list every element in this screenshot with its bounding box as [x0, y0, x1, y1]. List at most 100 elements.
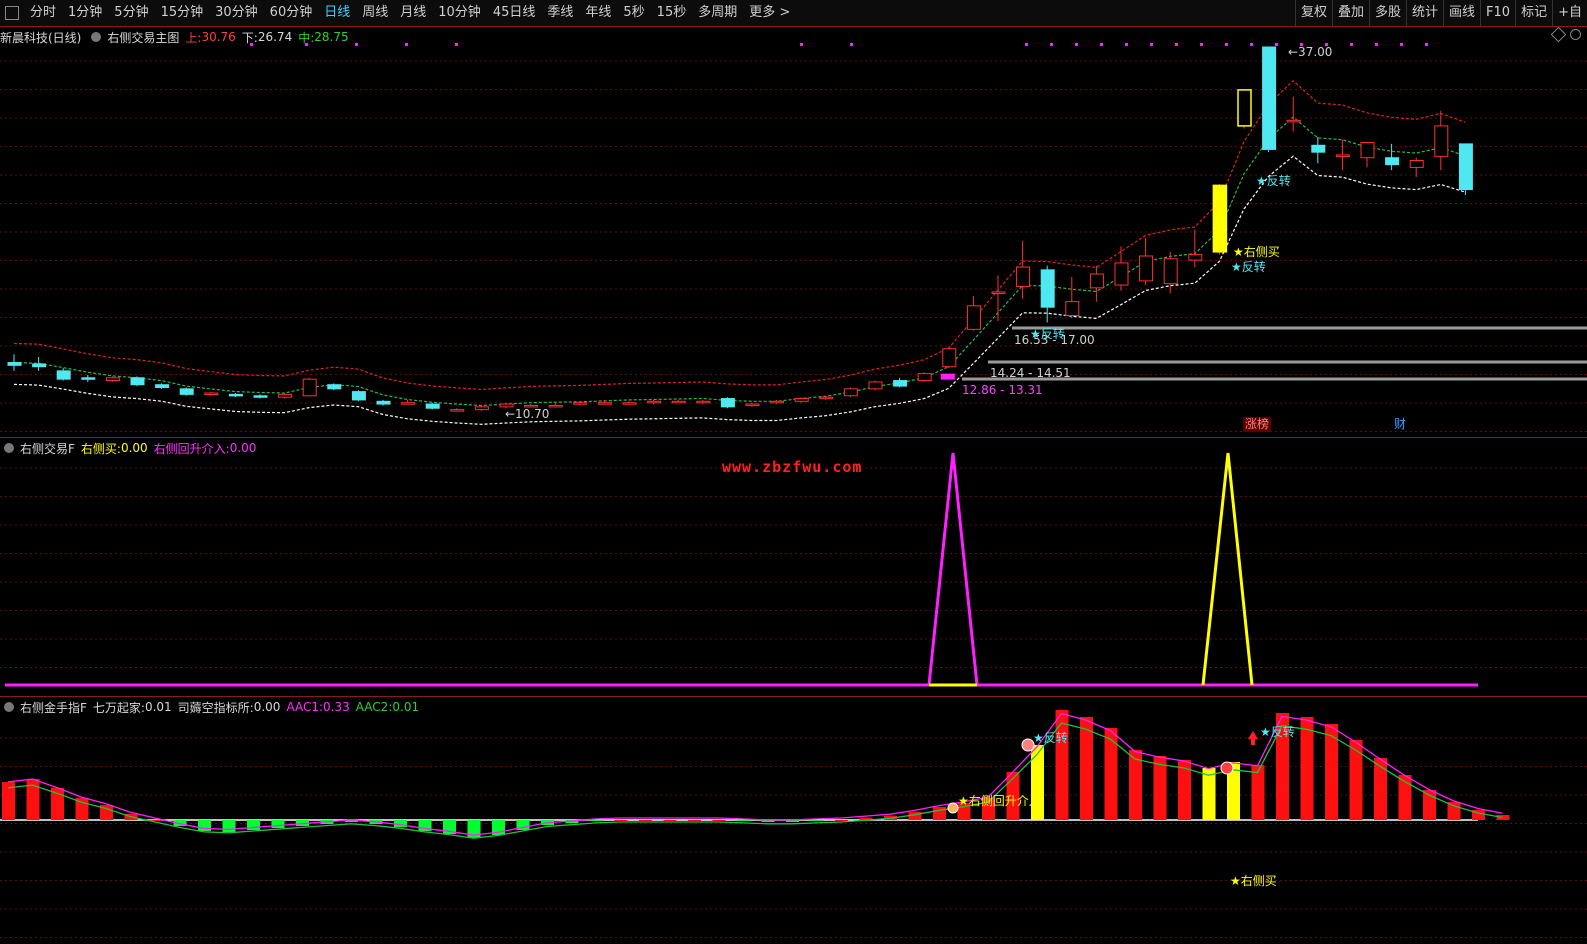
- watermark-text: www.zbzfwu.com: [722, 458, 863, 476]
- toolbar-button-6[interactable]: 标记: [1515, 0, 1552, 26]
- period-tabs: 分时 1分钟 5分钟 15分钟 30分钟 60分钟 日线 周线 月线 10分钟 45日线 季线 年线 5秒…: [0, 0, 796, 26]
- marker-dot: [1375, 43, 1378, 46]
- reversal-signal: ★反转: [1030, 326, 1065, 341]
- candle-body: [450, 409, 465, 412]
- ind2-name[interactable]: 右侧金手指F: [20, 699, 87, 716]
- toolbar-button-5[interactable]: F10: [1480, 0, 1515, 26]
- marker-dot: [1050, 43, 1053, 46]
- period-tab-15[interactable]: 多周期: [692, 0, 743, 26]
- period-tab-2[interactable]: 5分钟: [108, 0, 154, 26]
- histogram-bar: [1300, 717, 1314, 820]
- candle-body: [991, 291, 1006, 294]
- period-tab-14[interactable]: 15秒: [651, 0, 693, 26]
- period-tab-0[interactable]: 分时: [24, 0, 62, 26]
- histogram-bar: [1031, 745, 1044, 820]
- candle-body: [1114, 262, 1129, 286]
- candle-body: [1360, 141, 1375, 159]
- period-tab-4[interactable]: 30分钟: [209, 0, 264, 26]
- marker-dot: [850, 43, 853, 46]
- period-tab-7[interactable]: 周线: [356, 0, 394, 26]
- indicator2-chart[interactable]: ★反转 ★反转 ★右侧回升介入 ★右侧买: [0, 697, 1587, 944]
- candle-body: [548, 404, 563, 408]
- period-tab-16[interactable]: 更多 >: [743, 0, 796, 26]
- up-arrow-icon: [1248, 731, 1258, 745]
- marker-dot: [1325, 43, 1328, 46]
- candle-body: [425, 403, 440, 409]
- marker-dot: [1100, 43, 1103, 46]
- histogram-bar: [1496, 815, 1510, 820]
- ind2-key1: 七万起家:: [92, 700, 145, 715]
- period-tab-8[interactable]: 月线: [394, 0, 432, 26]
- panel-toggle-icon[interactable]: [5, 6, 19, 20]
- candle-body: [7, 362, 22, 366]
- candle-body: [819, 396, 834, 400]
- candle-body: [622, 402, 637, 405]
- candle-body: [228, 393, 243, 397]
- ind2-val4: 0.01: [392, 700, 420, 714]
- period-toolbar: 分时 1分钟 5分钟 15分钟 30分钟 60分钟 日线 周线 月线 10分钟 45日线 季线 年线 5秒…: [0, 0, 1587, 27]
- candle-body: [1016, 266, 1031, 287]
- coin-icon: [1220, 761, 1234, 775]
- mid-label: 中:: [298, 30, 315, 45]
- period-tab-9[interactable]: 10分钟: [432, 0, 487, 26]
- gear-icon[interactable]: [4, 443, 14, 453]
- histogram-bar: [712, 820, 726, 821]
- ind1-name[interactable]: 右侧交易F: [20, 440, 75, 457]
- main-chart-panel[interactable]: ←37.00 ←10.70 16.53 - 17.00 14.24 - 14.51 12…: [0, 26, 1587, 437]
- candle-body: [1065, 301, 1080, 317]
- histogram-bar: [222, 820, 236, 832]
- histogram-bar: [737, 820, 750, 821]
- period-tab-3[interactable]: 15分钟: [155, 0, 210, 26]
- period-tab-11[interactable]: 季线: [541, 0, 579, 26]
- histogram-bar: [810, 820, 824, 821]
- period-tab-5[interactable]: 60分钟: [264, 0, 319, 26]
- histogram-bar: [1349, 740, 1363, 820]
- histogram-bar: [1104, 728, 1118, 820]
- period-tab-10[interactable]: 45日线: [487, 0, 542, 26]
- ind2-key2: 司薅空指标所:: [177, 700, 254, 715]
- candle-body: [351, 391, 366, 401]
- candle-body: [278, 393, 293, 398]
- candle-body: [720, 398, 735, 408]
- ind1-val2: 0.00: [229, 441, 257, 455]
- toolbar-button-1[interactable]: 叠加: [1331, 0, 1369, 26]
- candle-body: [1385, 157, 1400, 166]
- candle-body: [671, 400, 686, 404]
- candle-body: [179, 388, 194, 395]
- indicator1-chart[interactable]: [0, 438, 1587, 696]
- toolbar-button-2[interactable]: 多股: [1369, 0, 1406, 26]
- marker-dot: [1125, 43, 1128, 46]
- diamond-icon[interactable]: [1550, 26, 1567, 43]
- candle-body: [1286, 119, 1301, 123]
- ind1-legend: 右侧交易F 右侧买: 0.00 右侧回升介入: 0.00: [0, 440, 262, 456]
- histogram-bar: [1374, 758, 1387, 820]
- candle-body: [1139, 255, 1154, 282]
- pullback-signal: ★右侧回升介入: [958, 793, 1041, 808]
- period-tab-13[interactable]: 5秒: [617, 0, 650, 26]
- stock-title: 新晨科技(日线): [0, 30, 82, 45]
- period-tab-12[interactable]: 年线: [579, 0, 617, 26]
- toolbar-button-7[interactable]: +自: [1552, 0, 1587, 26]
- function-buttons: 复权 叠加 多股 统计 画线 F10 标记 +自: [1294, 0, 1587, 26]
- marker-dot: [800, 43, 803, 46]
- indicator2-panel[interactable]: ★反转 ★反转 ★右侧回升介入 ★右侧买 右侧金手指F 七万起家: 0.01 司薅空指…: [0, 697, 1587, 944]
- gear-icon[interactable]: [91, 32, 102, 42]
- gear-icon[interactable]: [4, 702, 14, 712]
- lower-value: 26.74: [257, 30, 293, 44]
- toolbar-button-4[interactable]: 画线: [1443, 0, 1480, 26]
- candle-body: [966, 305, 981, 330]
- right-buy-signal: ★右侧买: [1233, 244, 1280, 259]
- indicator1-panel[interactable]: 右侧交易F 右侧买: 0.00 右侧回升介入: 0.00 www.zbzfwu.…: [0, 438, 1587, 696]
- circle-icon[interactable]: [1570, 29, 1581, 40]
- candlestick-chart[interactable]: ←37.00←10.7016.53 - 17.0014.24 - 14.5112…: [0, 27, 1587, 437]
- marker-dot: [455, 43, 458, 46]
- indicator-name[interactable]: 右侧交易主图: [107, 29, 179, 46]
- histogram-bar: [590, 820, 603, 821]
- toolbar-button-3[interactable]: 统计: [1406, 0, 1443, 26]
- period-tab-1[interactable]: 1分钟: [62, 0, 108, 26]
- histogram-bar: [614, 820, 628, 821]
- toolbar-button-0[interactable]: 复权: [1294, 0, 1332, 26]
- histogram-bar: [271, 820, 285, 828]
- period-tab-6[interactable]: 日线: [318, 0, 356, 26]
- limit-up-label: 涨榜: [1245, 416, 1269, 431]
